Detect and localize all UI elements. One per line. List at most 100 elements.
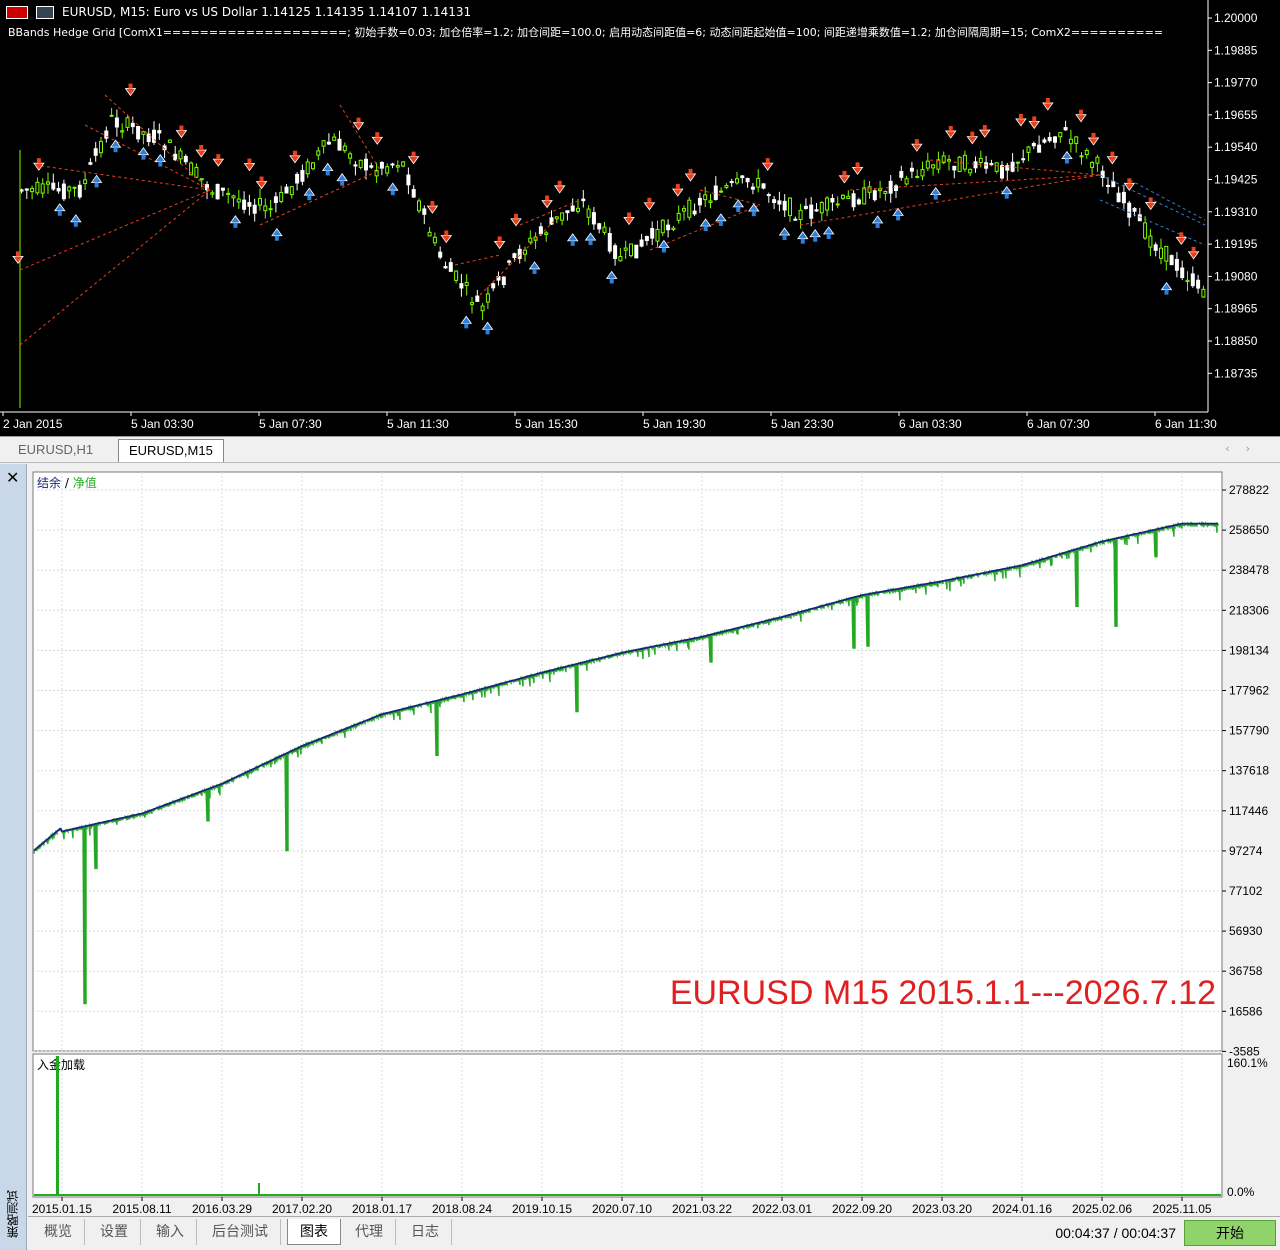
sell-arrow-icon — [195, 149, 208, 158]
candle-body — [51, 182, 56, 190]
tab-eurusd-h1[interactable]: EURUSD,H1 — [8, 439, 103, 462]
trade-line — [479, 214, 561, 296]
candle-body — [549, 217, 554, 225]
arrow-stem — [444, 230, 449, 236]
candle-body — [252, 204, 257, 214]
y-tick-label: 97274 — [1229, 844, 1263, 858]
buy-arrow-icon — [321, 162, 334, 171]
tab-graph[interactable]: 图表 — [287, 1219, 341, 1245]
buy-arrow-icon — [715, 213, 727, 222]
candle-body — [984, 162, 989, 169]
close-icon[interactable]: ✕ — [6, 470, 19, 486]
arrow-stem — [1018, 113, 1023, 119]
candle-body — [1164, 245, 1169, 262]
buy-arrow-icon — [778, 227, 791, 236]
arrow-stem — [233, 222, 238, 228]
candle-body — [1100, 170, 1105, 178]
candle-body — [99, 140, 103, 154]
arrow-stem — [73, 221, 78, 227]
tab-overview[interactable]: 概览 — [32, 1219, 85, 1245]
candle-body — [501, 276, 506, 286]
candle-body — [220, 187, 225, 191]
arrow-stem — [1191, 246, 1196, 252]
candle-body — [321, 140, 326, 147]
candle-body — [395, 165, 400, 168]
candle-body — [326, 141, 331, 145]
candle-body — [862, 187, 867, 205]
buy-arrow-icon — [929, 186, 942, 196]
y-tick-label: 16586 — [1229, 1004, 1263, 1018]
candle-body — [1005, 165, 1010, 171]
arrow-stem — [274, 235, 279, 241]
candle-body — [899, 171, 904, 178]
arrow-stem — [647, 197, 652, 203]
candle-body — [114, 117, 119, 128]
candle-body — [586, 208, 591, 218]
candle-body — [644, 236, 649, 241]
candle-body — [353, 164, 358, 167]
sell-arrow-icon — [352, 122, 365, 131]
arrow-stem — [514, 213, 519, 219]
candle-body — [1095, 156, 1100, 164]
candle-body — [1121, 191, 1126, 204]
tab-backtest[interactable]: 后台测试 — [200, 1219, 281, 1245]
price-chart-canvas[interactable]: 1.20000 1.19885 1.19770 1.19655 1.19540 1.194… — [0, 0, 1280, 436]
candle-body — [136, 125, 141, 140]
y-tick-label: 117446 — [1229, 804, 1268, 818]
indicator-label: BBands Hedge Grid [ComX1================… — [8, 26, 1164, 39]
candle-body — [1153, 244, 1158, 251]
sell-arrow-icon — [1106, 156, 1119, 165]
candle-body — [581, 198, 586, 202]
candle-body — [1015, 161, 1020, 164]
buy-arrow-icon — [1000, 185, 1013, 195]
tab-inputs[interactable]: 输入 — [144, 1219, 197, 1245]
candle-body — [342, 145, 347, 152]
buy-arrow-icon — [528, 261, 541, 270]
sell-arrow-icon — [289, 155, 301, 164]
candle-body — [565, 210, 570, 214]
candle-body — [226, 192, 231, 195]
arrow-stem — [292, 150, 297, 156]
trade-line — [19, 189, 211, 271]
arrow-stem — [570, 240, 575, 246]
arrow-stem — [782, 235, 787, 241]
tab-scroll-arrows-icon[interactable]: ‹› — [1225, 442, 1266, 455]
strategy-tester-panel: ✕ 策略测试 278822 258650 238478 218306 198134 177… — [0, 464, 1280, 1250]
y-tick-label: 238478 — [1229, 563, 1269, 577]
time-label: 5 Jan 19:30 — [643, 417, 706, 431]
chart-tabs-bar: EURUSD,H1 EURUSD,M15 ‹› — [0, 436, 1280, 463]
candle-body — [915, 175, 920, 178]
candle-body — [1031, 142, 1036, 147]
start-button[interactable]: 开始 — [1184, 1220, 1276, 1246]
arrow-stem — [896, 215, 901, 221]
tab-journal[interactable]: 日志 — [399, 1219, 452, 1245]
candle-body — [713, 185, 718, 200]
candle-body — [814, 209, 819, 212]
candle-body — [904, 178, 909, 185]
tab-settings[interactable]: 设置 — [88, 1219, 141, 1245]
sell-arrow-icon — [541, 200, 553, 209]
candle-body — [597, 223, 602, 230]
arrow-stem — [1148, 197, 1153, 203]
buy-arrow-icon — [70, 214, 82, 223]
candle-body — [740, 175, 745, 179]
candle-body — [284, 186, 289, 194]
candle-body — [348, 153, 353, 159]
candle-body — [236, 198, 241, 203]
arrow-stem — [411, 151, 416, 157]
sell-arrow-icon — [838, 175, 851, 184]
candle-body — [1169, 255, 1174, 266]
candle-body — [268, 208, 273, 211]
performance-chart[interactable]: 278822 258650 238478 218306 198134 177962 1577… — [28, 464, 1280, 1216]
candle-body — [411, 189, 416, 198]
time-label: 5 Jan 03:30 — [131, 417, 194, 431]
tab-agents[interactable]: 代理 — [343, 1219, 396, 1245]
price-chart[interactable]: 1.20000 1.19885 1.19770 1.19655 1.19540 1.194… — [0, 0, 1280, 436]
arrow-stem — [390, 190, 395, 196]
candle-body — [1026, 146, 1031, 153]
candle-body — [512, 253, 517, 259]
legend-equity: 净值 — [73, 475, 97, 490]
candle-body — [210, 192, 215, 195]
arrow-stem — [948, 125, 953, 131]
tab-eurusd-m15[interactable]: EURUSD,M15 — [118, 439, 224, 462]
